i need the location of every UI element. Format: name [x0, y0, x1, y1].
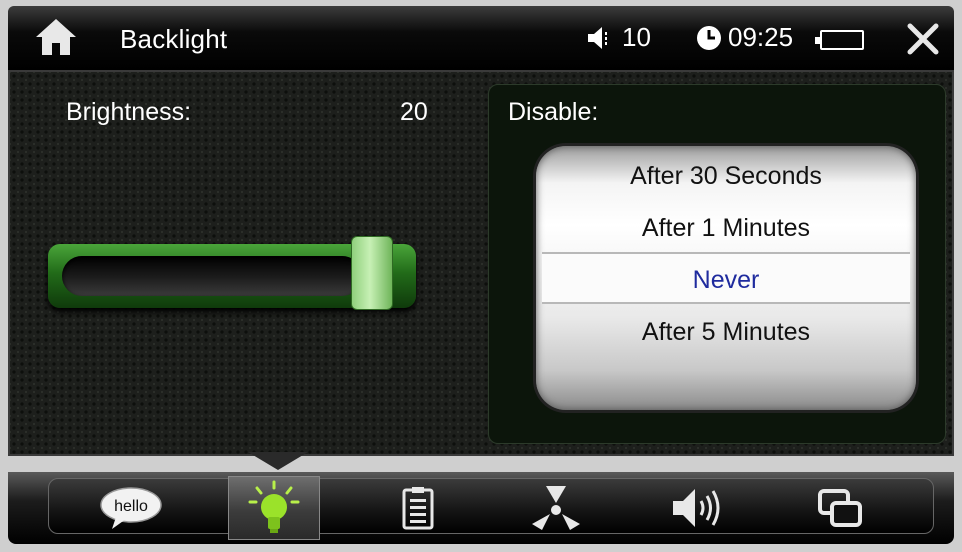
clock-status: 09:25: [696, 22, 793, 53]
close-button[interactable]: [900, 18, 946, 60]
tab-clipboard[interactable]: [392, 476, 444, 540]
home-icon: [36, 19, 76, 55]
lightbulb-icon: [248, 480, 300, 533]
slider-handle[interactable]: [351, 236, 394, 310]
svg-text:hello: hello: [114, 498, 148, 515]
option-never-selected[interactable]: Never: [542, 252, 910, 304]
radiation-icon: [532, 486, 580, 530]
page-title: Backlight: [120, 24, 228, 54]
volume-value: 10: [622, 22, 651, 52]
volume-status[interactable]: 10: [586, 22, 651, 53]
tab-hello[interactable]: hello: [90, 476, 172, 540]
brightness-value: 20: [400, 98, 428, 126]
speaker-icon: [588, 26, 607, 49]
option-after-30-seconds[interactable]: After 30 Seconds: [536, 150, 916, 202]
speaker-icon: [673, 489, 720, 527]
disable-label: Disable:: [508, 98, 599, 126]
clock-time: 09:25: [728, 22, 794, 52]
app-frame: Backlight 10 09:25 Brightness: 20 Disabl…: [0, 0, 962, 552]
close-icon: [907, 23, 939, 55]
windows-icon: [818, 489, 862, 527]
tab-windows[interactable]: [810, 476, 870, 540]
option-after-5-minutes[interactable]: After 5 Minutes: [536, 306, 916, 358]
active-tab-pointer: [248, 452, 308, 470]
brightness-label: Brightness:: [66, 98, 192, 126]
hello-bubble-icon: hello: [100, 487, 162, 529]
slider-track: [62, 256, 362, 296]
clock-icon: [697, 25, 721, 50]
brightness-slider[interactable]: [48, 236, 416, 312]
title-bar: Backlight 10 09:25: [8, 6, 954, 70]
option-after-1-minutes[interactable]: After 1 Minutes: [536, 202, 916, 254]
home-button[interactable]: [32, 14, 80, 60]
clipboard-icon: [402, 487, 434, 530]
tab-backlight[interactable]: [228, 476, 320, 540]
disable-picker[interactable]: After 30 Seconds After 1 Minutes Never A…: [536, 146, 916, 410]
tab-radiation[interactable]: [526, 476, 586, 540]
tab-sound[interactable]: [666, 476, 730, 540]
battery-icon: [815, 30, 864, 50]
